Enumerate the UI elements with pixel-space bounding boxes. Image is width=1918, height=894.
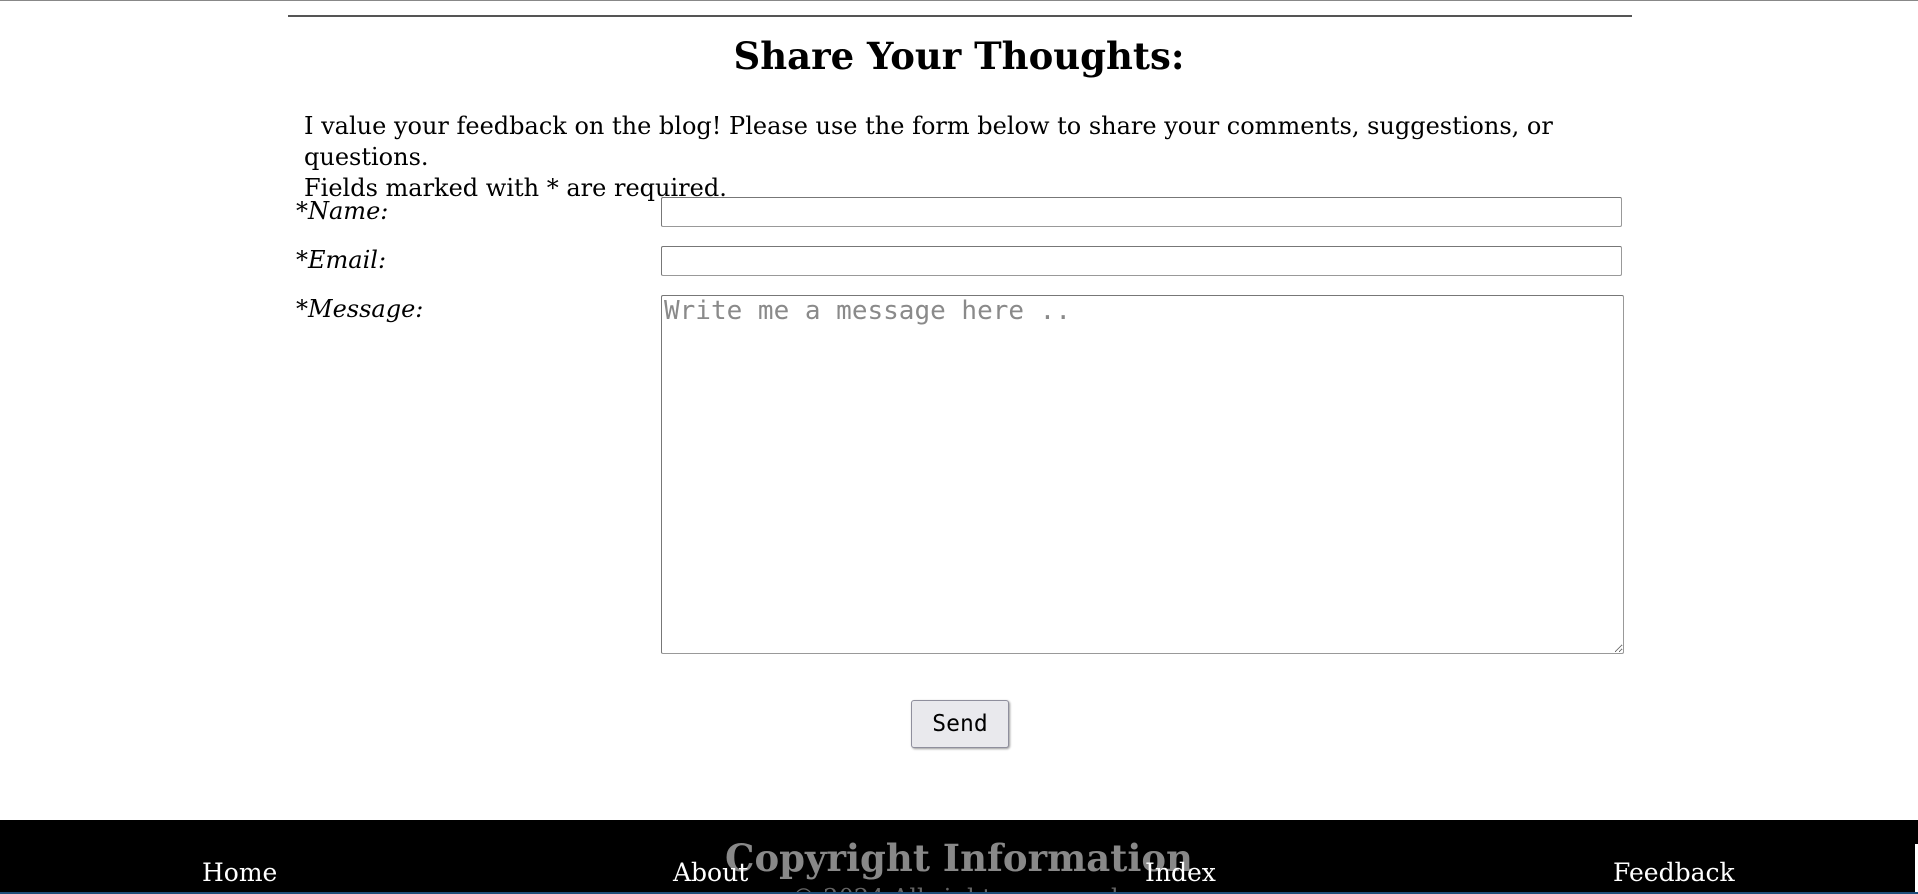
message-label: *Message: [296,295,424,323]
page-title: Share Your Thoughts: [733,34,1185,78]
top-border [0,0,1918,1]
site-footer: Copyright Information © 2024 All rights … [0,820,1918,894]
send-button[interactable]: Send [911,700,1009,748]
intro-text: I value your feedback on the blog! Pleas… [304,111,1644,204]
name-input[interactable] [661,197,1622,227]
intro-line-1: I value your feedback on the blog! Pleas… [304,112,1553,171]
message-textarea[interactable] [661,295,1624,654]
footer-nav-index[interactable]: Index [1145,858,1216,887]
email-input[interactable] [661,246,1622,276]
footer-nav-home[interactable]: Home [202,858,277,887]
name-label: *Name: [296,197,389,225]
section-divider [288,15,1632,17]
email-label: *Email: [296,246,387,274]
footer-nav-about[interactable]: About [673,858,748,887]
footer-nav-feedback[interactable]: Feedback [1613,858,1735,887]
